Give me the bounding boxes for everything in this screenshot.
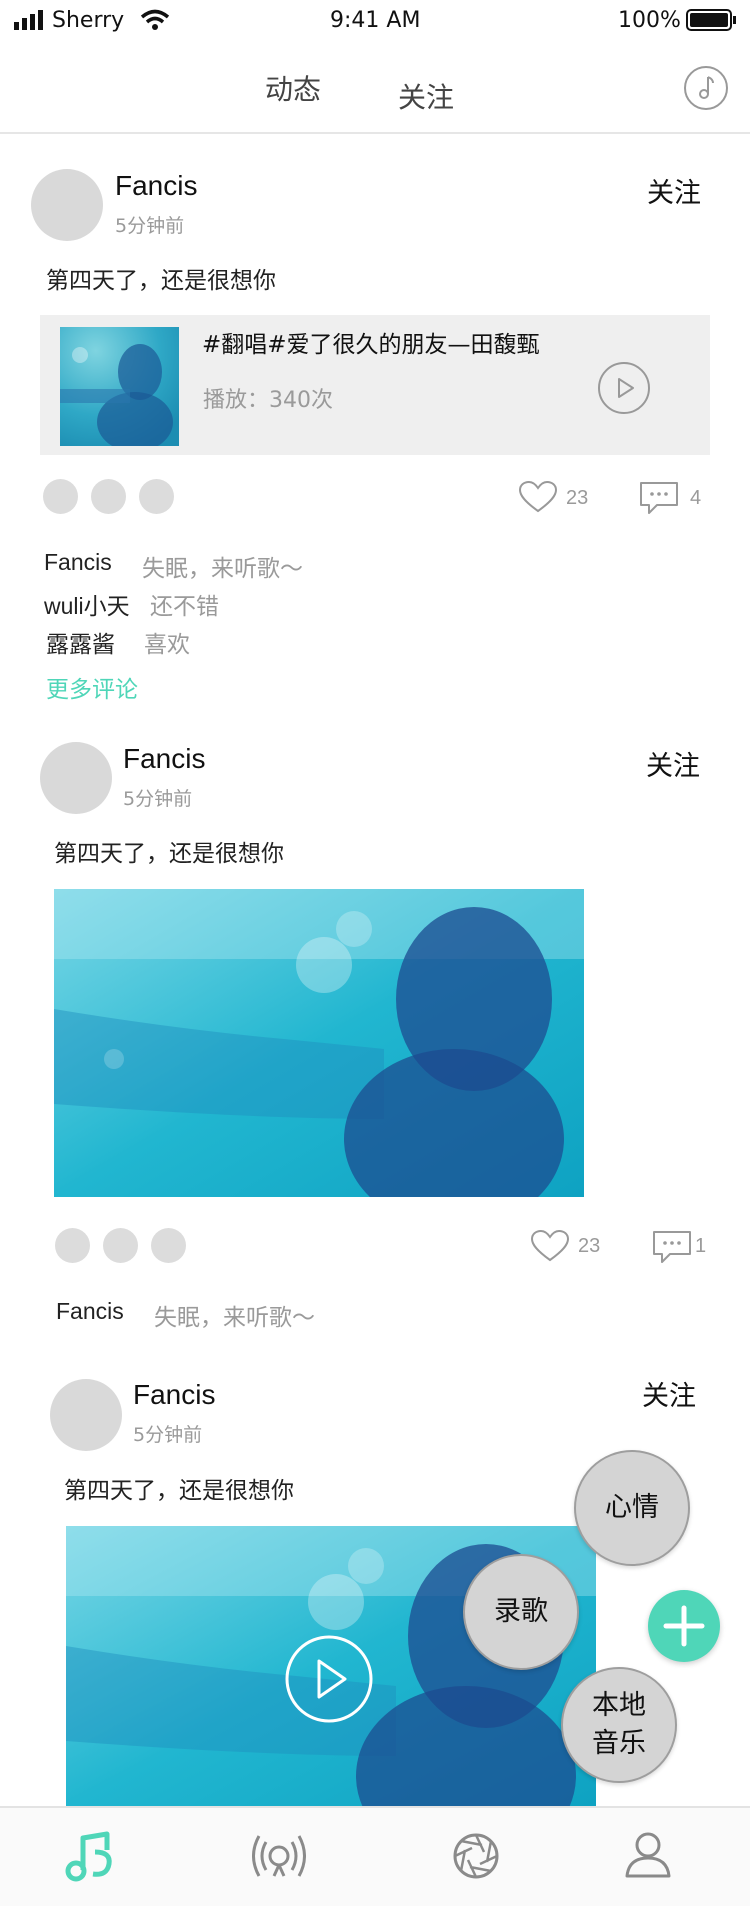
comment-user[interactable]: wuli小天: [44, 587, 130, 621]
avatar[interactable]: [50, 1379, 122, 1451]
music-card[interactable]: #翻唱#爱了很久的朋友—田馥甄 播放：340次: [40, 315, 710, 455]
follow-button[interactable]: 关注: [646, 744, 700, 783]
add-button[interactable]: [648, 1590, 720, 1662]
song-title: #翻唱#爱了很久的朋友—田馥甄: [202, 332, 540, 358]
comment-text: 喜欢: [144, 632, 190, 658]
comment-count: 4: [690, 487, 702, 509]
music-notes-icon[interactable]: [65, 1830, 115, 1882]
comment-user[interactable]: Fancis: [56, 1298, 124, 1325]
liker-avatar[interactable]: [91, 479, 126, 514]
follow-button[interactable]: 关注: [647, 171, 701, 210]
music-note-icon[interactable]: [684, 66, 728, 110]
post-time: 5分钟前: [133, 1424, 203, 1446]
post-time: 5分钟前: [115, 215, 185, 237]
video-play-icon[interactable]: [283, 1633, 375, 1725]
comment-user[interactable]: 露露酱: [46, 625, 115, 659]
liker-avatar[interactable]: [43, 479, 78, 514]
comment-icon[interactable]: [639, 481, 679, 517]
top-navigation: 动态 关注: [0, 46, 750, 134]
play-button[interactable]: [597, 361, 651, 415]
author-name[interactable]: Fancis: [133, 1379, 215, 1411]
comment-text: 还不错: [150, 594, 219, 620]
bottom-tab-bar: [0, 1806, 750, 1906]
mood-post-button[interactable]: 心情: [574, 1450, 690, 1566]
author-name[interactable]: Fancis: [115, 170, 197, 202]
battery-icon: [686, 9, 736, 31]
record-song-button[interactable]: 录歌: [463, 1554, 579, 1670]
comment-text: 失眠，来听歌～: [142, 556, 303, 582]
local-music-button[interactable]: 本地音乐: [561, 1667, 677, 1783]
author-name[interactable]: Fancis: [123, 743, 205, 775]
liker-avatar[interactable]: [55, 1228, 90, 1263]
liker-avatar[interactable]: [151, 1228, 186, 1263]
carrier-label: Sherry: [52, 8, 125, 33]
post-text: 第四天了，还是很想你: [64, 1478, 294, 1504]
user-icon[interactable]: [624, 1830, 672, 1880]
comment-text: 失眠，来听歌～: [154, 1305, 315, 1331]
mood-label: 心情: [605, 1492, 659, 1523]
avatar[interactable]: [40, 742, 112, 814]
post-text: 第四天了，还是很想你: [46, 268, 276, 294]
album-cover: [60, 327, 179, 446]
avatar[interactable]: [31, 169, 103, 241]
comment-user[interactable]: Fancis: [44, 549, 112, 576]
status-bar: Sherry 9:41 AM 100%: [0, 0, 750, 46]
record-song-label: 录歌: [494, 1596, 548, 1627]
radio-broadcast-icon[interactable]: [252, 1832, 306, 1880]
local-music-label: 本地音乐: [592, 1690, 646, 1759]
like-count: 23: [566, 487, 589, 509]
clock: 9:41 AM: [330, 8, 421, 33]
signal-icon: [14, 10, 43, 30]
play-count: 播放：340次: [203, 388, 333, 413]
liker-avatar[interactable]: [103, 1228, 138, 1263]
comment-count: 1: [695, 1235, 707, 1257]
plus-icon: [663, 1605, 705, 1647]
like-count: 23: [578, 1235, 601, 1257]
aperture-icon[interactable]: [452, 1832, 500, 1880]
tab-dynamic[interactable]: 动态: [265, 68, 321, 108]
comment-icon[interactable]: [652, 1230, 692, 1266]
like-heart-icon[interactable]: [518, 480, 558, 514]
follow-button[interactable]: 关注: [642, 1374, 696, 1413]
post-text: 第四天了，还是很想你: [54, 841, 284, 867]
tab-follow[interactable]: 关注: [398, 76, 454, 116]
wifi-icon: [140, 9, 170, 30]
post-photo[interactable]: [54, 889, 584, 1197]
liker-avatar[interactable]: [139, 479, 174, 514]
post-time: 5分钟前: [123, 788, 193, 810]
more-comments-link[interactable]: 更多评论: [46, 670, 138, 704]
battery-percent: 100%: [618, 8, 681, 33]
like-heart-icon[interactable]: [530, 1229, 570, 1263]
